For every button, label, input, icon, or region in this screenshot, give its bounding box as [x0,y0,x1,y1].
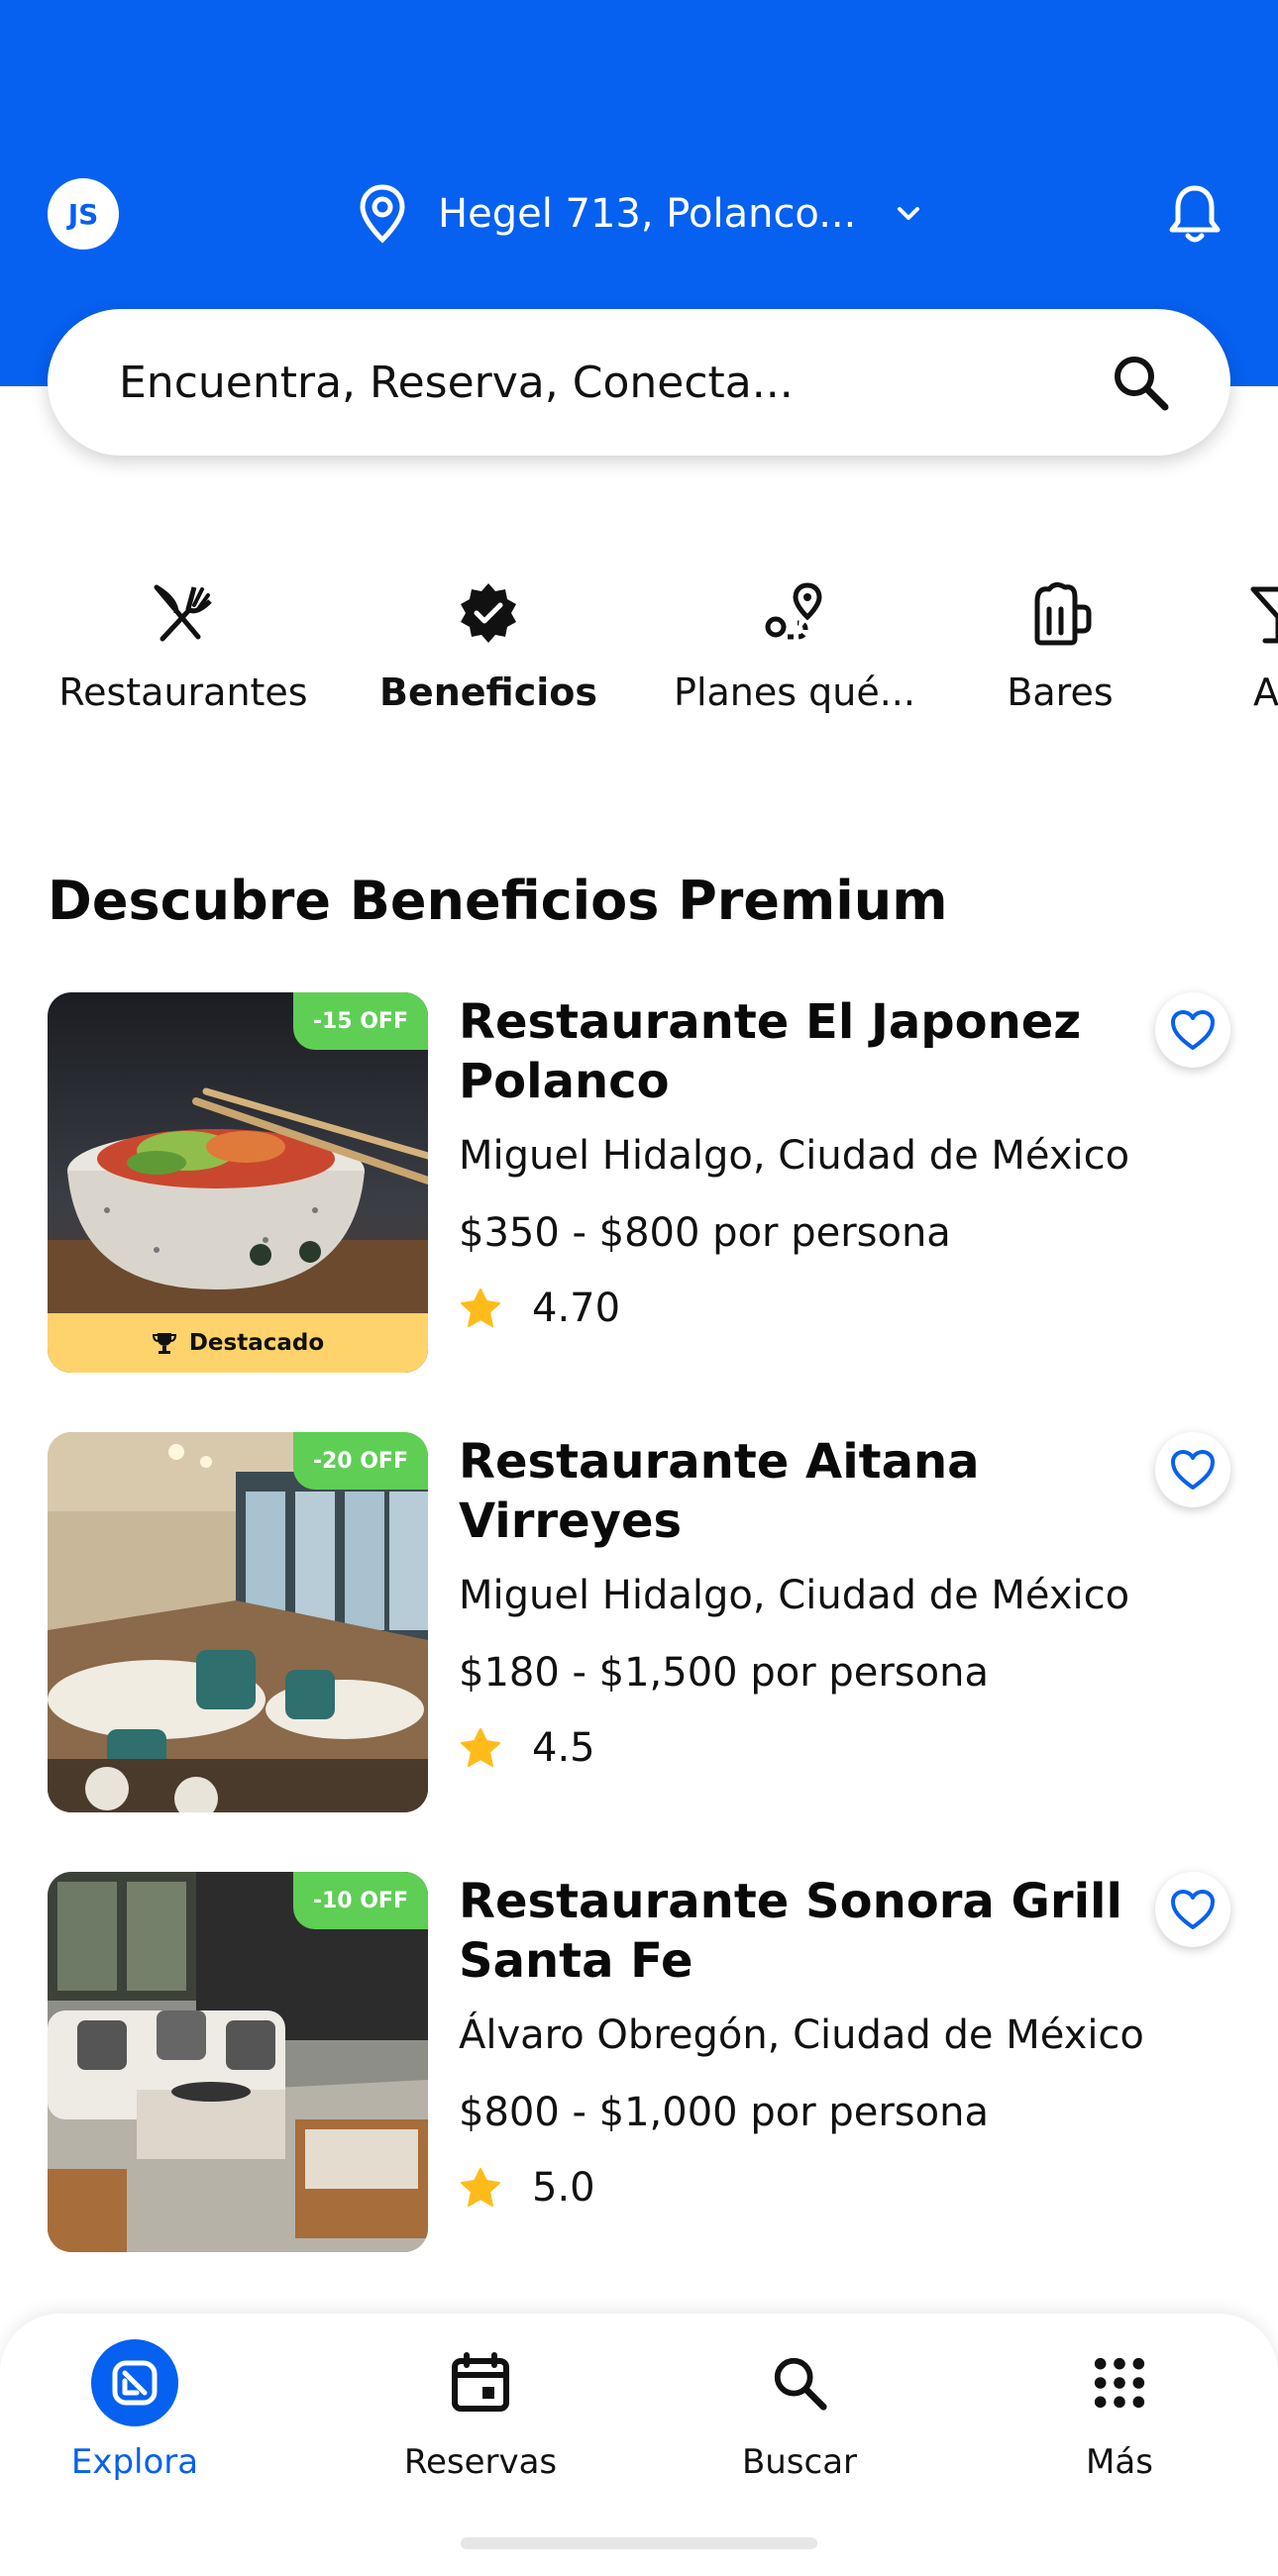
restaurant-photo: -10 OFF [48,1872,428,2252]
avatar[interactable]: JS [48,178,119,250]
restaurant-name[interactable]: Restaurante Aitana Virreyes [459,1432,1152,1551]
restaurant-price: $350 - $800 por persona [459,1210,951,1256]
category-more[interactable]: An [1209,579,1278,714]
restaurant-photo: -15 OFF Destacado [48,992,428,1373]
heart-icon [1171,1450,1215,1490]
restaurant-card[interactable]: -20 OFF Restaurante Aitana Virreyes Migu… [48,1432,1230,1812]
rating-value: 4.5 [532,1725,595,1771]
category-restaurantes[interactable]: Restaurantes [54,579,312,714]
favorite-button[interactable] [1155,1872,1230,1947]
restaurant-photo: -20 OFF [48,1432,428,1812]
route-pin-icon [765,582,822,640]
restaurant-location: Miguel Hidalgo, Ciudad de México [459,1133,1130,1179]
restaurant-card[interactable]: -10 OFF Restaurante Sonora Grill Santa F… [48,1872,1230,2252]
beer-mug-icon [1034,581,1092,646]
nav-label: Reservas [403,2442,558,2482]
discount-badge: -15 OFF [292,992,428,1050]
heart-icon [1171,1890,1215,1929]
category-label: Bares [1007,670,1114,714]
restaurant-card[interactable]: -15 OFF Destacado Restaurante El Japonez… [48,992,1230,1373]
nav-buscar[interactable]: Buscar [691,2337,908,2482]
location-text: Hegel 713, Polanco... [438,191,857,237]
star-icon [461,1728,500,1767]
nav-mas[interactable]: Más [1011,2337,1228,2482]
location-pin-icon [360,184,405,244]
restaurant-location: Álvaro Obregón, Ciudad de México [459,2012,1144,2058]
category-bares[interactable]: Bares [971,579,1149,714]
restaurant-name[interactable]: Restaurante El Japonez Polanco [459,992,1152,1111]
category-label: Restaurantes [58,670,308,714]
star-icon [461,2168,500,2207]
explore-icon [91,2339,178,2426]
home-indicator[interactable] [461,2537,817,2549]
featured-banner: Destacado [48,1313,428,1373]
grid-dots-icon [1094,2357,1145,2409]
calendar-icon [452,2352,509,2412]
nav-label: Buscar [741,2442,858,2482]
fork-knife-icon [154,584,212,642]
nav-reservas[interactable]: Reservas [372,2337,589,2482]
category-label: Planes qué... [674,670,915,714]
search-icon[interactable] [1110,352,1171,413]
star-icon [461,1288,500,1327]
discount-badge: -10 OFF [292,1872,428,1929]
trophy-icon [152,1333,176,1354]
category-bar: Restaurantes Beneficios Planes qué... Ba… [0,579,1278,738]
restaurant-price: $180 - $1,500 por persona [459,1650,989,1696]
favorite-button[interactable] [1155,992,1230,1068]
category-planes[interactable]: Planes qué... [666,579,923,714]
restaurant-location: Miguel Hidalgo, Ciudad de México [459,1573,1130,1618]
badge-check-icon [461,583,516,643]
bell-icon[interactable] [1167,182,1223,246]
nav-explora[interactable]: Explora [26,2337,244,2482]
search-input[interactable]: Encuentra, Reserva, Conecta... [119,358,1110,408]
restaurant-rating: 4.70 [459,1286,1152,1331]
chevron-down-icon [898,207,920,220]
section-title: Descubre Beneficios Premium [48,870,948,932]
nav-label: Más [1086,2442,1153,2482]
restaurant-name[interactable]: Restaurante Sonora Grill Santa Fe [459,1872,1152,1991]
location-selector[interactable]: Hegel 713, Polanco... [357,181,925,247]
favorite-button[interactable] [1155,1432,1230,1507]
restaurant-rating: 5.0 [459,2165,1152,2211]
category-label: Beneficios [378,670,597,714]
heart-icon [1171,1010,1215,1050]
category-label: An [1252,670,1278,714]
rating-value: 5.0 [532,2165,595,2211]
featured-label: Destacado [188,1330,325,1356]
restaurant-price: $800 - $1,000 por persona [459,2090,989,2135]
category-beneficios[interactable]: Beneficios [374,579,602,714]
cocktail-icon [1250,586,1278,644]
nav-label: Explora [70,2442,199,2482]
rating-value: 4.70 [532,1286,621,1331]
search-icon [774,2357,827,2411]
discount-badge: -20 OFF [292,1432,428,1490]
restaurant-rating: 4.5 [459,1725,1152,1771]
search-bar[interactable]: Encuentra, Reserva, Conecta... [48,309,1230,456]
